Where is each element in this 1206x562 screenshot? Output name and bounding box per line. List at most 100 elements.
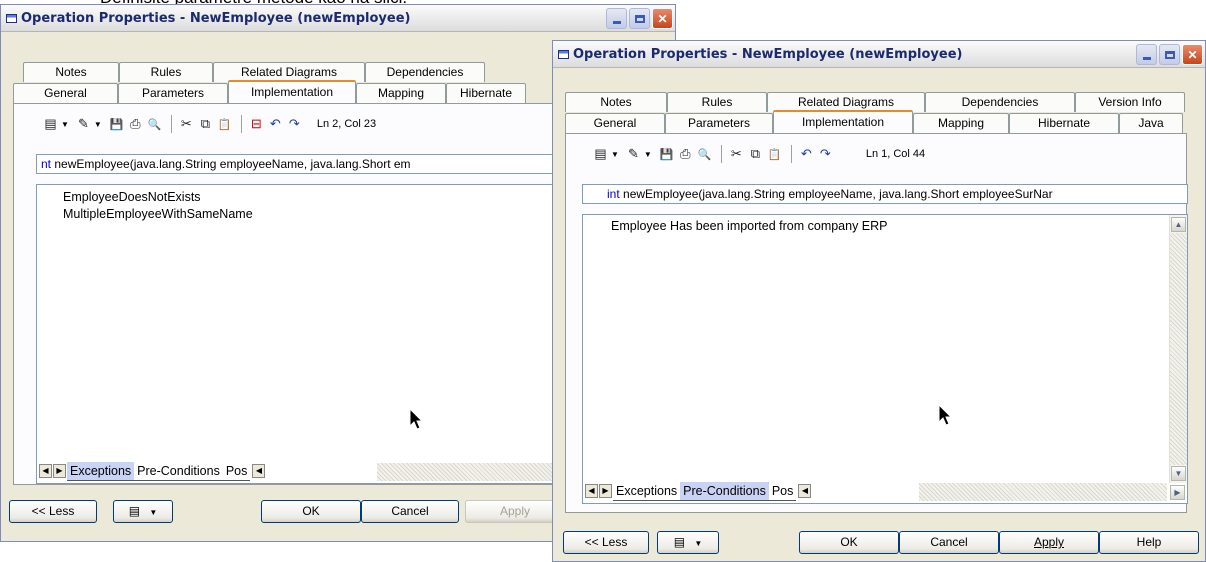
maximize-button[interactable] — [629, 8, 650, 29]
dropdown-icon[interactable]: ▼ — [644, 150, 652, 159]
print-icon[interactable]: ⎙ — [677, 146, 694, 163]
window-title: Operation Properties - NewEmployee (newE… — [21, 10, 411, 26]
tab-rules[interactable]: Rules — [667, 92, 767, 112]
redo-icon[interactable]: ↷ — [286, 116, 303, 133]
scroll-right-icon[interactable]: ▶ — [53, 464, 66, 478]
save-icon[interactable]: 💾 — [658, 146, 675, 163]
scroll-left-icon[interactable]: ◀ — [39, 464, 52, 478]
insert-icon[interactable]: ⊟ — [248, 116, 265, 133]
minimize-button[interactable] — [1136, 44, 1157, 65]
title-bar[interactable]: Operation Properties - NewEmployee (newE… — [553, 41, 1205, 68]
subtab-pre-conditions[interactable]: Pre-Conditions — [134, 462, 223, 481]
print-icon[interactable]: ⎙ — [127, 116, 144, 133]
help-button[interactable]: Help — [1099, 531, 1199, 554]
find-icon[interactable]: 🔍 — [696, 146, 713, 163]
minimize-button[interactable] — [606, 8, 627, 29]
apply-button[interactable]: Apply — [465, 500, 565, 523]
signature-field[interactable]: nt newEmployee(java.lang.String employee… — [36, 154, 574, 174]
cut-icon[interactable]: ✂ — [728, 146, 745, 163]
apply-button-label: Apply — [1033, 535, 1065, 549]
tab-rules[interactable]: Rules — [119, 62, 213, 82]
maximize-button[interactable] — [1159, 44, 1180, 65]
tab-general[interactable]: General — [565, 113, 665, 133]
tab-general[interactable]: General — [13, 83, 118, 103]
text-line: Employee Has been imported from company … — [611, 219, 888, 233]
tab-notes[interactable]: Notes — [565, 92, 667, 112]
scroll-left-icon[interactable]: ◀ — [585, 484, 598, 498]
toolbar-separator — [240, 115, 242, 133]
subtab-pre-conditions[interactable]: Pre-Conditions — [680, 481, 769, 501]
cancel-button[interactable]: Cancel — [361, 500, 459, 523]
editor-toolbar: ▤ ▼ ✎ ▼ 💾 ⎙ 🔍 ✂ ⧉ 📋 ↶ ↷ Ln 1, Col 44 — [592, 142, 925, 166]
copy-icon[interactable]: ⧉ — [747, 146, 764, 163]
tab-hibernate[interactable]: Hibernate — [1009, 113, 1119, 133]
subtab-post-conditions[interactable]: Pos — [222, 462, 251, 481]
paste-icon[interactable]: 📋 — [216, 116, 233, 133]
pre-conditions-text-area[interactable]: Employee Has been imported from company … — [582, 214, 1188, 504]
mouse-cursor-icon — [938, 404, 953, 426]
minimize-icon — [1142, 57, 1151, 60]
text-line: MultipleEmployeeWithSameName — [63, 207, 253, 221]
signature-field[interactable]: int newEmployee(java.lang.String employe… — [582, 184, 1188, 204]
tab-parameters[interactable]: Parameters — [118, 83, 228, 103]
properties-menu-button[interactable]: ▤ ▼ — [113, 500, 173, 523]
subtab-exceptions[interactable]: Exceptions — [613, 482, 681, 501]
subtab-post-conditions[interactable]: Pos — [768, 482, 797, 501]
section-tabs: ◀ ▶ Exceptions Pre-Conditions Pos ◀ — [585, 481, 813, 501]
scroll-left-icon[interactable]: ◀ — [798, 484, 812, 498]
signature-text: newEmployee(java.lang.String employeeNam… — [51, 157, 411, 171]
tab-dependencies[interactable]: Dependencies — [365, 62, 485, 82]
title-bar[interactable]: Operation Properties - NewEmployee (newE… — [1, 5, 675, 32]
properties-icon[interactable]: ▤ — [592, 146, 609, 163]
properties-menu-button[interactable]: ▤ ▼ — [657, 531, 719, 554]
save-icon[interactable]: 💾 — [108, 116, 125, 133]
subtab-exceptions[interactable]: Exceptions — [67, 461, 135, 481]
dropdown-icon[interactable]: ▼ — [611, 150, 619, 159]
less-button[interactable]: << Less — [563, 531, 649, 554]
close-button[interactable]: ✕ — [1182, 44, 1203, 65]
scroll-right-icon[interactable]: ▶ — [1170, 485, 1185, 500]
cut-icon[interactable]: ✂ — [178, 116, 195, 133]
find-icon[interactable]: 🔍 — [146, 116, 163, 133]
maximize-icon — [634, 14, 645, 23]
tab-notes[interactable]: Notes — [23, 62, 119, 82]
undo-icon[interactable]: ↶ — [798, 146, 815, 163]
copy-icon[interactable]: ⧉ — [197, 116, 214, 133]
scroll-down-icon[interactable]: ▼ — [1171, 466, 1186, 481]
edit-icon[interactable]: ✎ — [75, 116, 92, 133]
tab-related-diagrams[interactable]: Related Diagrams — [213, 62, 365, 82]
edit-icon[interactable]: ✎ — [625, 146, 642, 163]
ok-button[interactable]: OK — [261, 500, 361, 523]
close-button[interactable]: ✕ — [652, 8, 673, 29]
tab-mapping[interactable]: Mapping — [356, 83, 446, 103]
tab-version-info[interactable]: Version Info — [1075, 92, 1185, 112]
tab-mapping[interactable]: Mapping — [913, 113, 1009, 133]
scroll-right-icon[interactable]: ▶ — [599, 484, 612, 498]
cancel-button[interactable]: Cancel — [899, 531, 999, 554]
operation-properties-window-right: Operation Properties - NewEmployee (newE… — [552, 40, 1206, 562]
redo-icon[interactable]: ↷ — [817, 146, 834, 163]
tab-java[interactable]: Java — [1119, 113, 1183, 133]
less-button[interactable]: << Less — [9, 500, 97, 523]
properties-icon[interactable]: ▤ — [42, 116, 59, 133]
scroll-left-icon[interactable]: ◀ — [252, 464, 266, 478]
vertical-scrollbar[interactable]: ▲ ▼ — [1169, 215, 1187, 483]
tab-implementation[interactable]: Implementation — [228, 80, 356, 103]
implementation-panel: ▤ ▼ ✎ ▼ 💾 ⎙ 🔍 ✂ ⧉ 📋 ⊟ ↶ ↷ Ln 2, Col 23 n… — [13, 103, 574, 485]
apply-button[interactable]: Apply — [999, 531, 1099, 554]
paste-icon[interactable]: 📋 — [766, 146, 783, 163]
tab-hibernate[interactable]: Hibernate — [446, 83, 526, 103]
tab-related-diagrams[interactable]: Related Diagrams — [767, 92, 925, 112]
ok-button[interactable]: OK — [799, 531, 899, 554]
dropdown-icon[interactable]: ▼ — [61, 120, 69, 129]
scroll-up-icon[interactable]: ▲ — [1171, 217, 1186, 232]
dropdown-icon[interactable]: ▼ — [94, 120, 102, 129]
tab-parameters[interactable]: Parameters — [665, 113, 773, 133]
tab-dependencies[interactable]: Dependencies — [925, 92, 1075, 112]
tab-implementation[interactable]: Implementation — [773, 110, 913, 133]
undo-icon[interactable]: ↶ — [267, 116, 284, 133]
scrollbar-track — [1170, 233, 1187, 465]
maximize-icon — [1164, 50, 1175, 59]
minimize-icon — [612, 21, 621, 24]
exceptions-text-area[interactable]: EmployeeDoesNotExists MultipleEmployeeWi… — [36, 184, 574, 484]
